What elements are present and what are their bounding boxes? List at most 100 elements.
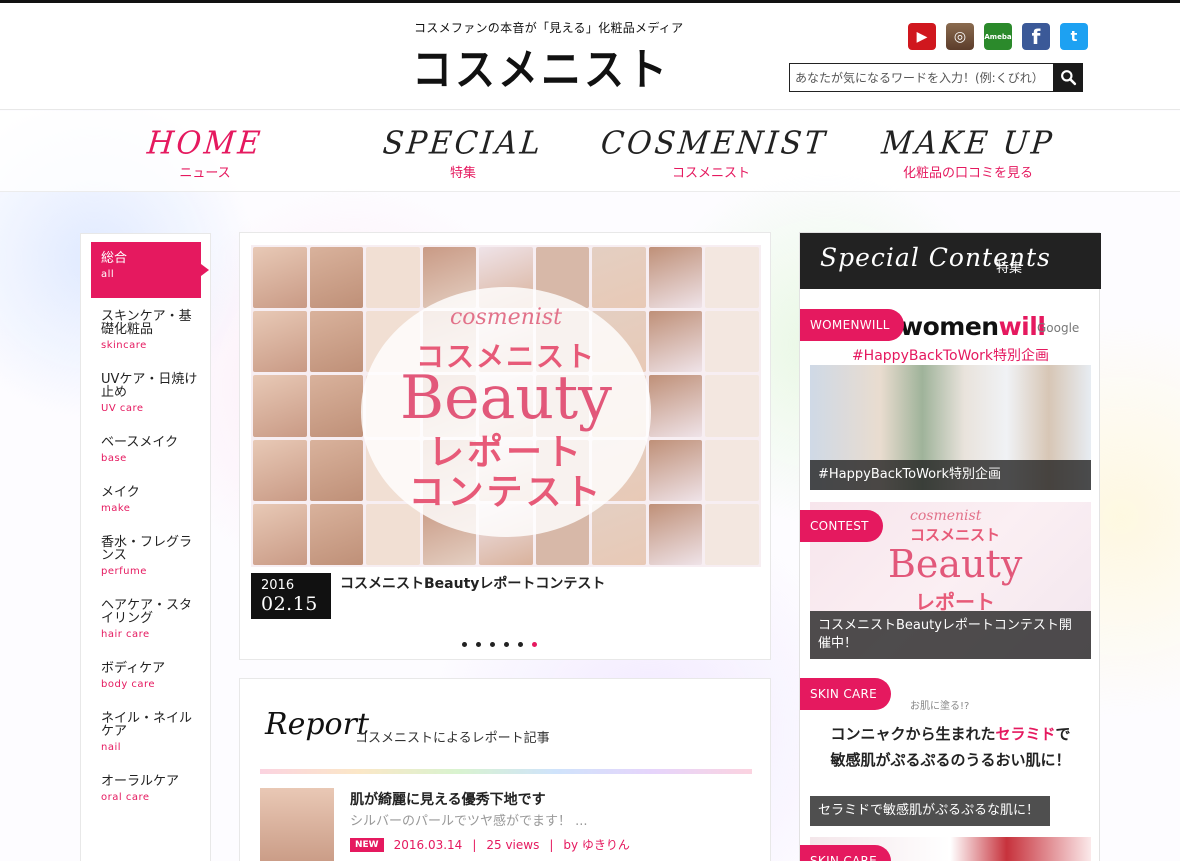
sidebar-item-sublabel: body care xyxy=(101,679,156,690)
sidebar-item-sublabel: skincare xyxy=(101,340,147,351)
new-badge: NEW xyxy=(350,837,384,852)
search-form xyxy=(789,63,1083,92)
sidebar-item-nail[interactable]: ネイル・ネイルケア nail xyxy=(91,702,201,765)
hero-line-cosmenist: cosmenist xyxy=(449,305,563,330)
skincare-small: お肌に塗る!? xyxy=(910,701,970,712)
site-logo[interactable]: コスメニスト xyxy=(412,34,670,98)
article-excerpt: シルバーのパールでツヤ感がでます！ ... xyxy=(350,814,588,829)
nav-home-label: HOME xyxy=(145,125,265,162)
sidebar-item-sublabel: hair care xyxy=(101,629,150,640)
special-card-womenwill[interactable]: #HappyBackToWork特別企画 xyxy=(810,365,1091,490)
skincare-title-b: セラミド xyxy=(995,725,1056,743)
search-input[interactable] xyxy=(789,63,1053,92)
skincare-title-a: コンニャクから生まれた xyxy=(830,725,996,743)
nav-home-sub: ニュース xyxy=(179,166,231,181)
tag-contest[interactable]: CONTEST xyxy=(800,510,883,542)
rainbow-divider xyxy=(260,769,752,774)
sidebar-item-base[interactable]: ベースメイク base xyxy=(91,426,201,476)
card-caption: セラミドで敏感肌がぷるぷるな肌に！ xyxy=(810,796,1050,826)
slide-date-year: 2016 xyxy=(261,578,295,593)
article-thumbnail[interactable] xyxy=(260,788,334,861)
special-heading-sub: 特集 xyxy=(996,261,1023,276)
tag-skincare[interactable]: SKIN CARE xyxy=(800,678,892,710)
collage-photo xyxy=(366,247,420,309)
article-views: 25 views xyxy=(486,837,540,852)
special-header: Special Contents 特集 xyxy=(800,233,1101,289)
sidebar-item-sublabel: UV care xyxy=(101,403,144,414)
womenwill-hashtag: #HappyBackToWork特別企画 xyxy=(851,348,1050,364)
meta-separator: | xyxy=(472,837,477,852)
sidebar-item-sublabel: all xyxy=(101,269,115,280)
nav-makeup[interactable]: MAKE UP 化粧品の口コミを見る xyxy=(858,125,1078,181)
tag-womenwill[interactable]: WOMENWILL xyxy=(800,309,904,341)
collage-photo xyxy=(309,247,364,309)
nav-special[interactable]: SPECIAL 特集 xyxy=(353,125,573,181)
hero-line-beauty: Beauty xyxy=(399,363,613,433)
nav-makeup-label: MAKE UP xyxy=(879,125,1057,162)
nav-cosmenist[interactable]: COSMENIST コスメニスト xyxy=(599,125,830,181)
slider-dot[interactable] xyxy=(462,642,467,647)
hero-line-report-a: レポート xyxy=(427,432,584,473)
womenwill-logo: womenwill xyxy=(900,312,1046,341)
sidebar-item-label: 香水・フレグランス xyxy=(101,535,193,563)
report-subheading: コスメニストによるレポート記事 xyxy=(355,731,550,746)
sidebar-item-label: オーラルケア xyxy=(101,774,180,789)
sidebar-item-label: 総合 xyxy=(101,251,128,266)
google-logo: Google xyxy=(1037,321,1080,335)
sidebar-item-label: ベースメイク xyxy=(101,435,179,450)
collage-photo xyxy=(705,247,759,309)
search-icon xyxy=(1060,70,1076,86)
main-nav: HOME ニュース SPECIAL 特集 COSMENIST コスメニスト MA… xyxy=(0,111,1180,192)
sidebar-item-all[interactable]: 総合 all xyxy=(91,242,209,298)
featured-slider: cosmenist コスメニスト Beauty レポート コンテスト 2016 … xyxy=(239,232,771,660)
tag-skincare-2[interactable]: SKIN CARE xyxy=(800,845,892,861)
sidebar-item-label: UVケア・日焼け止め xyxy=(101,372,198,400)
instagram-icon[interactable]: ◎ xyxy=(946,23,974,50)
nav-cosmenist-label: COSMENIST xyxy=(599,125,830,162)
facebook-icon[interactable]: f xyxy=(1022,23,1050,50)
hero-line-report-b: コンテスト xyxy=(408,472,604,513)
sidebar-item-oral-care[interactable]: オーラルケア oral care xyxy=(91,765,201,815)
youtube-icon[interactable]: ▶ xyxy=(908,23,936,50)
slider-dot-active[interactable] xyxy=(532,642,537,647)
slider-dot[interactable] xyxy=(490,642,495,647)
contest-img-line1: cosmenist xyxy=(910,508,982,524)
slide-image[interactable]: cosmenist コスメニスト Beauty レポート コンテスト xyxy=(251,245,761,567)
womenwill-logo-a: women xyxy=(900,312,999,341)
sidebar-item-label: メイク xyxy=(101,485,140,500)
sidebar-item-label: ボディケア xyxy=(101,661,166,676)
collage-photo xyxy=(592,247,646,309)
sidebar-item-label: ヘアケア・スタイリング xyxy=(101,598,193,626)
skincare-title-d: 敏感肌がぷるぷるのうるおい肌に！ xyxy=(830,751,1071,769)
slider-dot[interactable] xyxy=(504,642,509,647)
twitter-icon[interactable]: t xyxy=(1060,23,1088,50)
sidebar-item-body-care[interactable]: ボディケア body care xyxy=(91,652,201,702)
report-section: Report コスメニストによるレポート記事 肌が綺麗に見える優秀下地です シル… xyxy=(239,678,771,861)
ameba-icon[interactable]: Ameba xyxy=(984,23,1012,50)
sidebar-item-perfume[interactable]: 香水・フレグランス perfume xyxy=(91,526,201,589)
contest-img-line3: Beauty xyxy=(888,542,1023,586)
skincare-title-c: で xyxy=(1055,725,1071,743)
nav-makeup-sub: 化粧品の口コミを見る xyxy=(902,166,1033,181)
search-button[interactable] xyxy=(1053,63,1083,92)
social-links: ▶ ◎ Ameba f t xyxy=(908,23,1088,50)
slider-dot[interactable] xyxy=(518,642,523,647)
article-meta: NEW 2016.03.14 | 25 views | by ゆきりん xyxy=(350,836,630,853)
sidebar-item-make[interactable]: メイク make xyxy=(91,476,201,526)
report-heading: Report xyxy=(265,707,370,742)
collage-photo xyxy=(253,247,307,309)
sidebar-item-uv-care[interactable]: UVケア・日焼け止め UV care xyxy=(91,363,201,426)
article-title[interactable]: 肌が綺麗に見える優秀下地です xyxy=(350,789,546,809)
article-author[interactable]: by ゆきりん xyxy=(563,836,630,853)
sidebar-item-hair-care[interactable]: ヘアケア・スタイリング hair care xyxy=(91,589,201,652)
slider-dot[interactable] xyxy=(476,642,481,647)
hero-line-report: レポート コンテスト xyxy=(251,433,761,513)
sidebar-item-label: スキンケア・基礎化粧品 xyxy=(101,309,192,337)
article-date: 2016.03.14 xyxy=(393,837,463,852)
slide-title[interactable]: コスメニストBeautyレポートコンテスト xyxy=(340,573,605,593)
sidebar-item-sublabel: base xyxy=(101,453,127,464)
sidebar-item-sublabel: make xyxy=(101,503,131,514)
nav-home[interactable]: HOME ニュース xyxy=(95,125,315,181)
nav-special-sub: 特集 xyxy=(449,166,476,181)
sidebar-item-skincare[interactable]: スキンケア・基礎化粧品 skincare xyxy=(91,300,201,363)
